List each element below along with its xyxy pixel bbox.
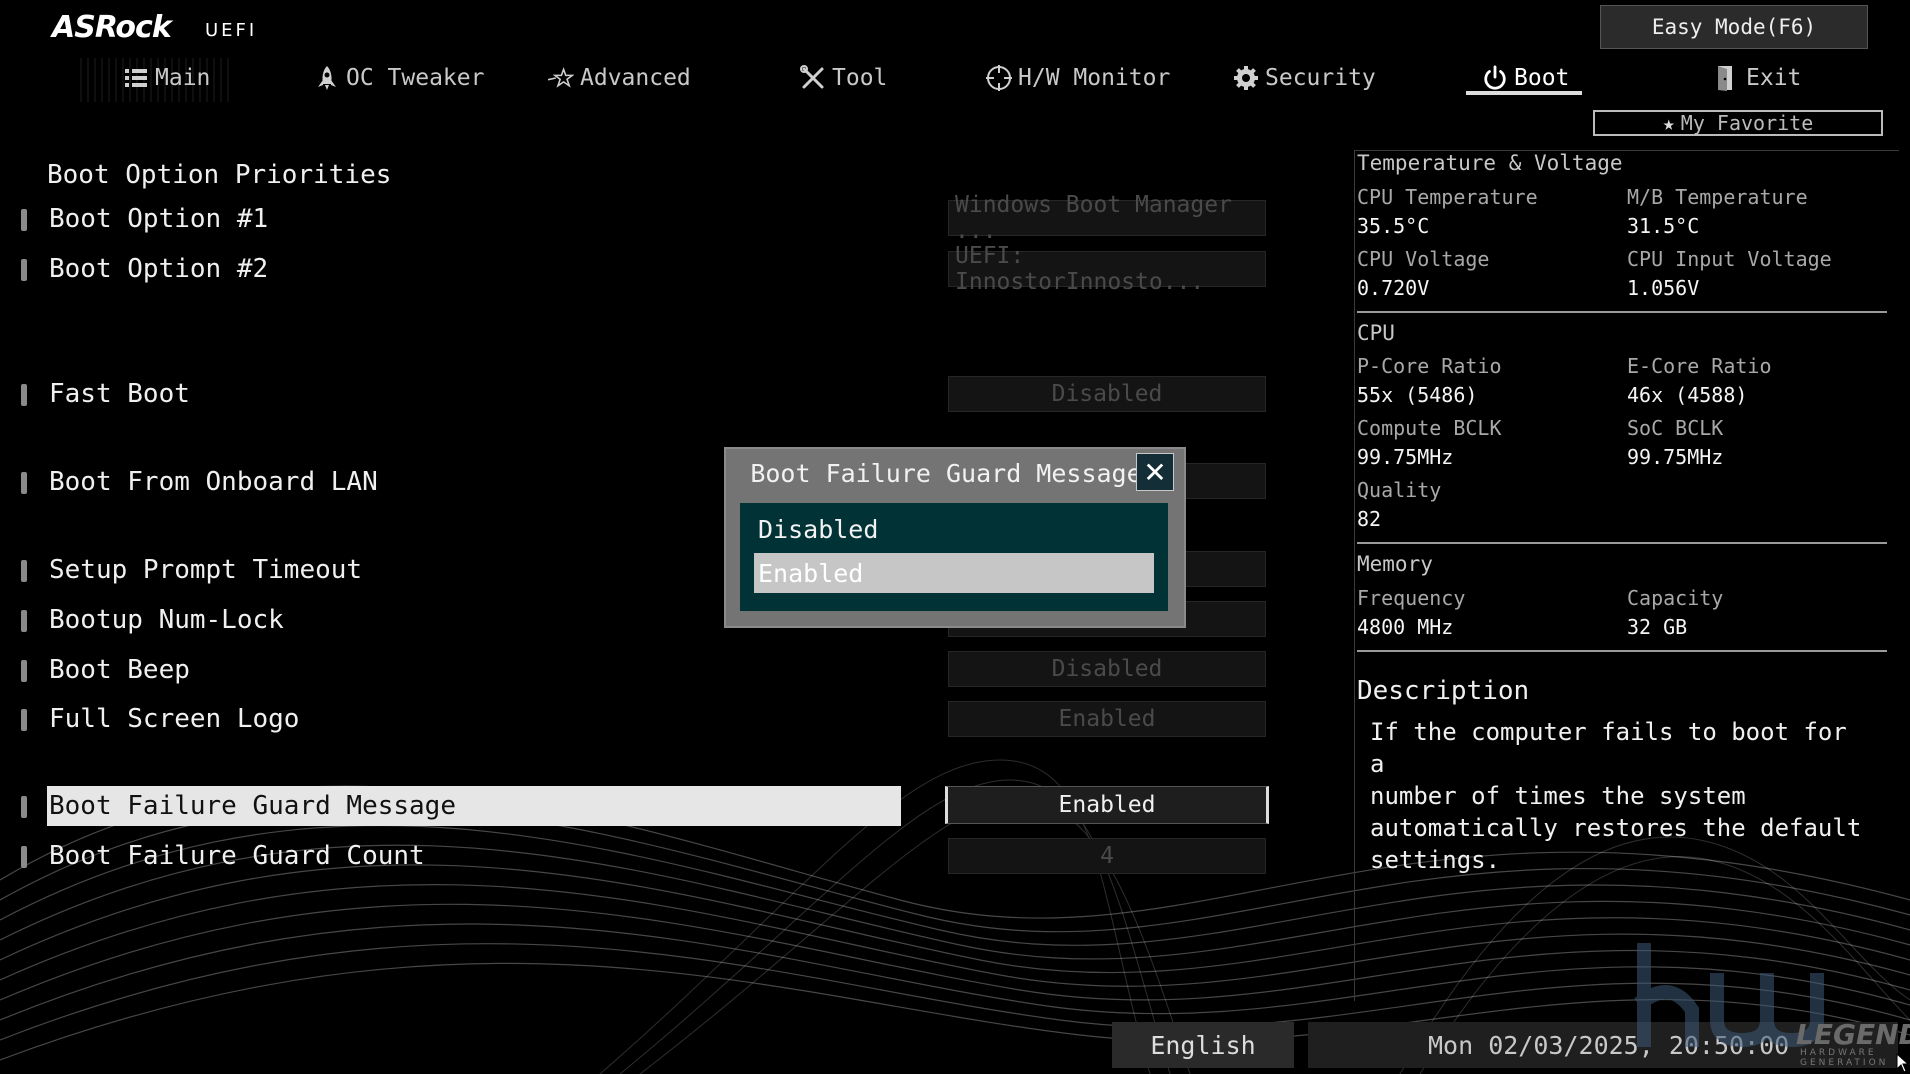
row-marker [21, 796, 27, 818]
setting-value-boot-option-2[interactable]: UEFI: InnostorInnosto... [948, 243, 1266, 295]
setting-label-boot-failure-guard-message[interactable]: Boot Failure Guard Message [47, 786, 901, 826]
mem-capacity-value: 32 GB [1627, 615, 1688, 639]
panel-divider [1357, 650, 1887, 652]
tab-advanced[interactable]: Advanced [548, 58, 691, 98]
option-select-dialog: Boot Failure Guard Message ✕ Disabled En… [724, 447, 1186, 628]
easy-mode-button[interactable]: Easy Mode(F6) [1600, 5, 1868, 49]
cpu-input-voltage-value: 1.056V [1627, 276, 1700, 300]
soc-bclk-label: SoC BCLK [1627, 416, 1724, 440]
dialog-title: Boot Failure Guard Message [750, 459, 1142, 488]
setting-value-boot-option-1[interactable]: Windows Boot Manager ... [948, 192, 1266, 244]
mouse-cursor-icon [1896, 1053, 1910, 1073]
compute-bclk-label: Compute BCLK [1357, 416, 1502, 440]
row-marker [21, 472, 27, 494]
active-tab-underline [1466, 91, 1582, 95]
tab-exit[interactable]: Exit [1714, 58, 1801, 98]
setting-value-fast-boot[interactable]: Disabled [948, 376, 1266, 412]
setting-label-boot-failure-guard-count[interactable]: Boot Failure Guard Count [49, 837, 425, 875]
section-title-boot-priorities: Boot Option Priorities [47, 160, 392, 190]
setting-label-bootup-num-lock[interactable]: Bootup Num-Lock [49, 601, 284, 639]
row-marker [21, 560, 27, 582]
pcore-ratio-value: 55x (5486) [1357, 383, 1478, 407]
tab-tool[interactable]: Tool [800, 58, 887, 98]
watermark-subtext: HARDWARE GENERATION [1800, 1048, 1889, 1068]
tab-exit-label: Exit [1746, 65, 1802, 91]
my-favorite-button[interactable]: ★ My Favorite [1593, 110, 1883, 136]
cpu-voltage-value: 0.720V [1357, 276, 1430, 300]
asrock-logo: ASRock [52, 10, 172, 45]
power-icon [1482, 65, 1508, 91]
tab-main[interactable]: Main [123, 58, 210, 98]
tools-icon [800, 65, 826, 91]
pcore-ratio-label: P-Core Ratio [1357, 354, 1502, 378]
panel-divider [1357, 311, 1887, 313]
row-marker [21, 709, 27, 731]
row-marker [21, 209, 27, 231]
star-outline-icon [548, 65, 574, 91]
cpu-voltage-label: CPU Voltage [1357, 247, 1490, 271]
setting-label-boot-beep[interactable]: Boot Beep [49, 651, 190, 689]
memory-title: Memory [1357, 552, 1433, 576]
cpu-temp-label: CPU Temperature [1357, 185, 1538, 209]
mb-temp-value: 31.5°C [1627, 214, 1700, 238]
ecore-ratio-value: 46x (4588) [1627, 383, 1748, 407]
temp-voltage-title: Temperature & Voltage [1357, 151, 1623, 175]
tab-advanced-label: Advanced [580, 65, 691, 91]
quality-label: Quality [1357, 478, 1442, 502]
setting-label-boot-from-lan[interactable]: Boot From Onboard LAN [49, 463, 378, 501]
watermark-text: LEGEND [1796, 1018, 1910, 1051]
setting-value-boot-failure-guard-message[interactable]: Enabled [945, 786, 1269, 824]
close-icon[interactable]: ✕ [1136, 453, 1174, 491]
tab-hw-monitor-label: H/W Monitor [1018, 65, 1171, 91]
star-icon: ★ [1662, 111, 1675, 135]
setting-label-setup-prompt-timeout[interactable]: Setup Prompt Timeout [49, 551, 362, 589]
tab-boot-label: Boot [1514, 65, 1570, 91]
dialog-option-disabled[interactable]: Disabled [754, 509, 1154, 549]
soc-bclk-value: 99.75MHz [1627, 445, 1724, 469]
cpu-title: CPU [1357, 321, 1395, 345]
rocket-icon [314, 65, 340, 91]
tab-tool-label: Tool [832, 65, 888, 91]
uefi-label: UEFI [205, 20, 258, 41]
row-marker [21, 610, 27, 632]
description-text: If the computer fails to boot for a numb… [1370, 718, 1862, 874]
setting-label-fast-boot[interactable]: Fast Boot [49, 375, 190, 413]
tab-oc-tweaker[interactable]: OC Tweaker [314, 58, 484, 98]
mem-frequency-value: 4800 MHz [1357, 615, 1454, 639]
tab-hw-monitor[interactable]: H/W Monitor [986, 58, 1170, 98]
mem-frequency-label: Frequency [1357, 586, 1466, 610]
tab-security[interactable]: Security [1233, 58, 1376, 98]
tab-oc-tweaker-label: OC Tweaker [346, 65, 485, 91]
tab-main-label: Main [155, 65, 211, 91]
setting-label-full-screen-logo[interactable]: Full Screen Logo [49, 700, 299, 738]
shield-gear-icon [1233, 65, 1259, 91]
setting-value-boot-failure-guard-count[interactable]: 4 [948, 838, 1266, 874]
row-marker [21, 259, 27, 281]
dialog-option-list: Disabled Enabled [740, 503, 1168, 611]
mem-capacity-label: Capacity [1627, 586, 1724, 610]
cpu-temp-value: 35.5°C [1357, 214, 1430, 238]
compute-bclk-value: 99.75MHz [1357, 445, 1454, 469]
mb-temp-label: M/B Temperature [1627, 185, 1808, 209]
row-marker [21, 660, 27, 682]
row-marker [21, 384, 27, 406]
language-button[interactable]: English [1112, 1022, 1294, 1068]
row-marker [21, 846, 27, 868]
description-title: Description [1357, 676, 1530, 706]
quality-value: 82 [1357, 507, 1382, 531]
setting-label-boot-option-2[interactable]: Boot Option #2 [49, 250, 268, 288]
setting-value-boot-beep[interactable]: Disabled [948, 651, 1266, 687]
panel-divider [1357, 542, 1887, 544]
list-icon [123, 65, 149, 91]
cpu-input-voltage-label: CPU Input Voltage [1627, 247, 1832, 271]
dialog-option-enabled[interactable]: Enabled [754, 553, 1154, 593]
exit-door-icon [1714, 65, 1740, 91]
setting-value-full-screen-logo[interactable]: Enabled [948, 701, 1266, 737]
crosshair-icon [986, 65, 1012, 91]
ecore-ratio-label: E-Core Ratio [1627, 354, 1772, 378]
setting-label-boot-option-1[interactable]: Boot Option #1 [49, 200, 268, 238]
tab-security-label: Security [1265, 65, 1376, 91]
my-favorite-label: My Favorite [1680, 111, 1814, 135]
